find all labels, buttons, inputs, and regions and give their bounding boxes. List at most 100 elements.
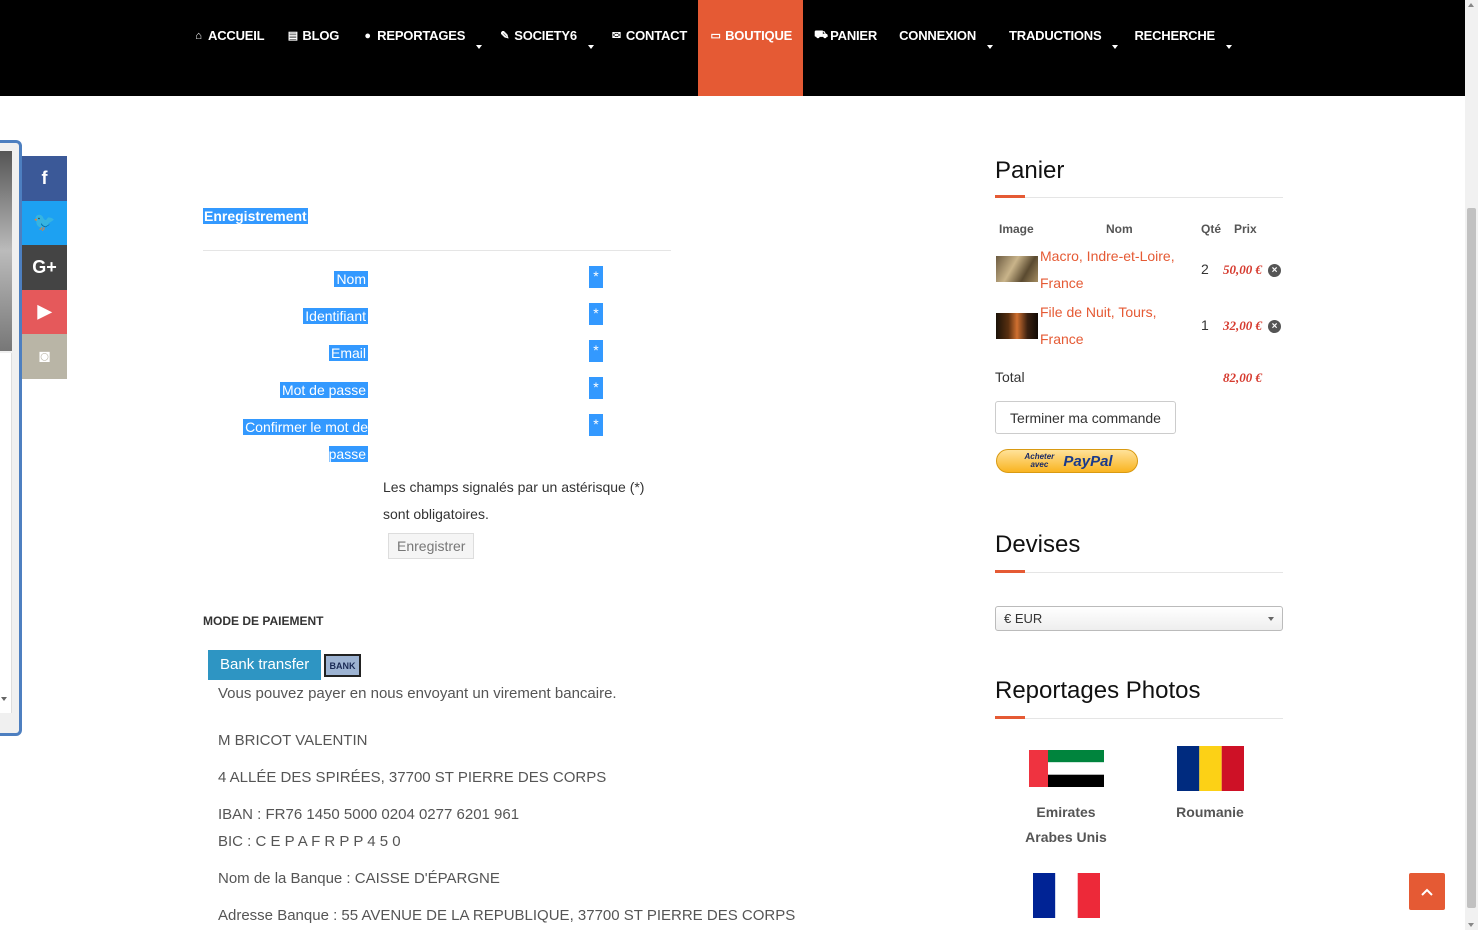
nav-item-content: ✉ CONTACT bbox=[610, 28, 687, 43]
nav-item-content: ▭ BOUTIQUE bbox=[709, 28, 793, 43]
cart-item-thumbnail[interactable] bbox=[996, 256, 1038, 282]
paypal-logo: PayPal bbox=[1063, 452, 1113, 470]
divider bbox=[203, 250, 671, 251]
paypal-caption: Acheter avec bbox=[1024, 452, 1055, 469]
nav-item-label: RECHERCHE bbox=[1134, 28, 1215, 43]
nav-item-accueil[interactable]: ⌂ ACCUEIL bbox=[181, 0, 275, 96]
nav-item-label: CONNEXION bbox=[899, 28, 977, 43]
country-link[interactable]: Emirates Arabes Unis bbox=[1016, 800, 1116, 850]
cart-icon: ⛟ bbox=[814, 28, 828, 41]
nav-item-panier[interactable]: ⛟ PANIER bbox=[803, 0, 888, 96]
cart-total-value: 82,00 € bbox=[1223, 370, 1262, 385]
top-navbar: ⌂ ACCUEIL ▤ BLOG ● REPORTAGES ✎ SOCIETY6 ✉ CONTAC… bbox=[0, 0, 1465, 96]
bic: BIC : C E P A F R P P 4 5 0 bbox=[218, 833, 401, 850]
cart-item-name-link[interactable]: Macro, Indre-et-Loire, France bbox=[1040, 243, 1185, 297]
nav-item-content: ▤ BLOG bbox=[286, 28, 340, 43]
nav-item-content: CONNEXION bbox=[899, 28, 976, 43]
twitter-icon[interactable]: 🐦 bbox=[22, 200, 67, 245]
chevron-up-icon bbox=[1421, 888, 1433, 896]
bank-logo: BANK bbox=[324, 654, 361, 677]
required-marker[interactable]: * bbox=[589, 377, 603, 399]
holder-address: 4 ALLÉE DES SPIRÉES, 37700 ST PIERRE DES… bbox=[218, 769, 607, 786]
caret-down-icon bbox=[476, 45, 483, 49]
currency-select[interactable]: € EUR bbox=[995, 606, 1283, 631]
cart-header-image: Image bbox=[999, 222, 1034, 236]
reports-title: Reportages Photos bbox=[995, 677, 1201, 704]
cart-total-label: Total bbox=[995, 369, 1025, 385]
nav-item-boutique[interactable]: ▭ BOUTIQUE bbox=[698, 0, 804, 96]
caret-down-icon bbox=[1112, 45, 1119, 49]
country-link[interactable]: Roumanie bbox=[1160, 800, 1260, 825]
france-flag-icon[interactable] bbox=[1033, 873, 1100, 918]
page-scrollbar[interactable] bbox=[1465, 0, 1478, 930]
cart-header-name: Nom bbox=[1106, 222, 1133, 236]
back-to-top-button[interactable] bbox=[1409, 873, 1445, 910]
divider bbox=[995, 197, 1283, 198]
remove-item-icon[interactable]: × bbox=[1268, 320, 1281, 333]
field-label: Email bbox=[328, 345, 368, 361]
cart-item-qty: 2 bbox=[1201, 261, 1209, 277]
envelope-icon: ✉ bbox=[611, 30, 621, 42]
scroll-up-arrow-icon[interactable] bbox=[1468, 3, 1474, 7]
title-accent bbox=[995, 570, 1025, 573]
paypal-button[interactable]: Acheter avec PayPal bbox=[996, 449, 1138, 473]
required-marker[interactable]: * bbox=[589, 340, 603, 362]
caret-down-icon bbox=[987, 45, 994, 49]
cart-item-thumbnail[interactable] bbox=[996, 313, 1038, 339]
social-share-bar: f 🐦 G+ ▶ ◙ bbox=[22, 156, 67, 379]
cart-header-qty: Qté bbox=[1201, 222, 1222, 236]
cart-header-price: Prix bbox=[1234, 222, 1257, 236]
cart-title: Panier bbox=[995, 157, 1065, 184]
nav-item-label: PANIER bbox=[830, 28, 878, 43]
required-fields-note: Les champs signalés par un astérisque (*… bbox=[383, 479, 645, 522]
title-accent bbox=[995, 195, 1025, 198]
nav-item-blog[interactable]: ▤ BLOG bbox=[275, 0, 350, 96]
chevron-down-icon[interactable] bbox=[1, 697, 7, 701]
bank-transfer-button[interactable]: Bank transfer bbox=[208, 650, 322, 680]
required-marker[interactable]: * bbox=[589, 303, 603, 325]
currency-selected-value: € EUR bbox=[1004, 611, 1043, 626]
panel-scroll-area[interactable] bbox=[0, 353, 12, 713]
divider bbox=[995, 572, 1283, 573]
field-label: Nom bbox=[334, 271, 368, 287]
brush-icon: ✎ bbox=[500, 30, 510, 42]
remove-item-icon[interactable]: × bbox=[1268, 264, 1281, 277]
instagram-icon[interactable]: ◙ bbox=[22, 334, 67, 379]
nav-item-label: REPORTAGES bbox=[377, 28, 466, 43]
youtube-icon[interactable]: ▶ bbox=[22, 289, 67, 334]
facebook-icon[interactable]: f bbox=[22, 156, 67, 201]
cart-item-name-link[interactable]: File de Nuit, Tours, France bbox=[1040, 299, 1185, 353]
checkout-button[interactable]: Terminer ma commande bbox=[995, 401, 1176, 434]
nav-item-society6[interactable]: ✎ SOCIETY6 bbox=[487, 0, 599, 96]
account-holder: M BRICOT VALENTIN bbox=[218, 732, 368, 749]
scroll-down-arrow-icon[interactable] bbox=[1468, 923, 1474, 927]
left-slide-panel[interactable] bbox=[0, 140, 22, 736]
required-marker[interactable]: * bbox=[589, 266, 603, 288]
romania-flag-icon[interactable] bbox=[1177, 746, 1244, 791]
nav-item-recherche[interactable]: RECHERCHE bbox=[1123, 0, 1237, 96]
caret-down-icon bbox=[587, 45, 594, 49]
nav-item-label: BOUTIQUE bbox=[725, 28, 793, 43]
currency-title: Devises bbox=[995, 531, 1081, 558]
google-plus-icon[interactable]: G+ bbox=[22, 245, 67, 290]
nav-item-label: ACCUEIL bbox=[208, 28, 265, 43]
nav-item-connexion[interactable]: CONNEXION bbox=[888, 0, 998, 96]
required-marker[interactable]: * bbox=[589, 414, 603, 436]
caret-down-icon bbox=[1225, 45, 1232, 49]
payment-description: Vous pouvez payer en nous envoyant un vi… bbox=[218, 685, 617, 702]
nav-item-label: TRADUCTIONS bbox=[1009, 28, 1102, 43]
title-accent bbox=[995, 716, 1025, 719]
nav-item-reportages[interactable]: ● REPORTAGES bbox=[350, 0, 487, 96]
scrollbar-thumb[interactable] bbox=[1467, 208, 1476, 908]
uae-flag-icon[interactable] bbox=[1029, 750, 1104, 787]
nav-item-content: RECHERCHE bbox=[1134, 28, 1215, 43]
nav-item-traductions[interactable]: TRADUCTIONS bbox=[998, 0, 1123, 96]
home-icon: ⌂ bbox=[195, 29, 202, 42]
payment-section-title: MODE DE PAIEMENT bbox=[203, 614, 324, 628]
divider bbox=[995, 718, 1283, 719]
nav-item-content: ⛟ PANIER bbox=[814, 28, 877, 43]
nav-item-label: CONTACT bbox=[625, 28, 688, 43]
bank-address: Adresse Banque : 55 AVENUE DE LA REPUBLI… bbox=[218, 907, 796, 924]
nav-item-contact[interactable]: ✉ CONTACT bbox=[599, 0, 698, 96]
register-button[interactable]: Enregistrer bbox=[388, 533, 475, 559]
